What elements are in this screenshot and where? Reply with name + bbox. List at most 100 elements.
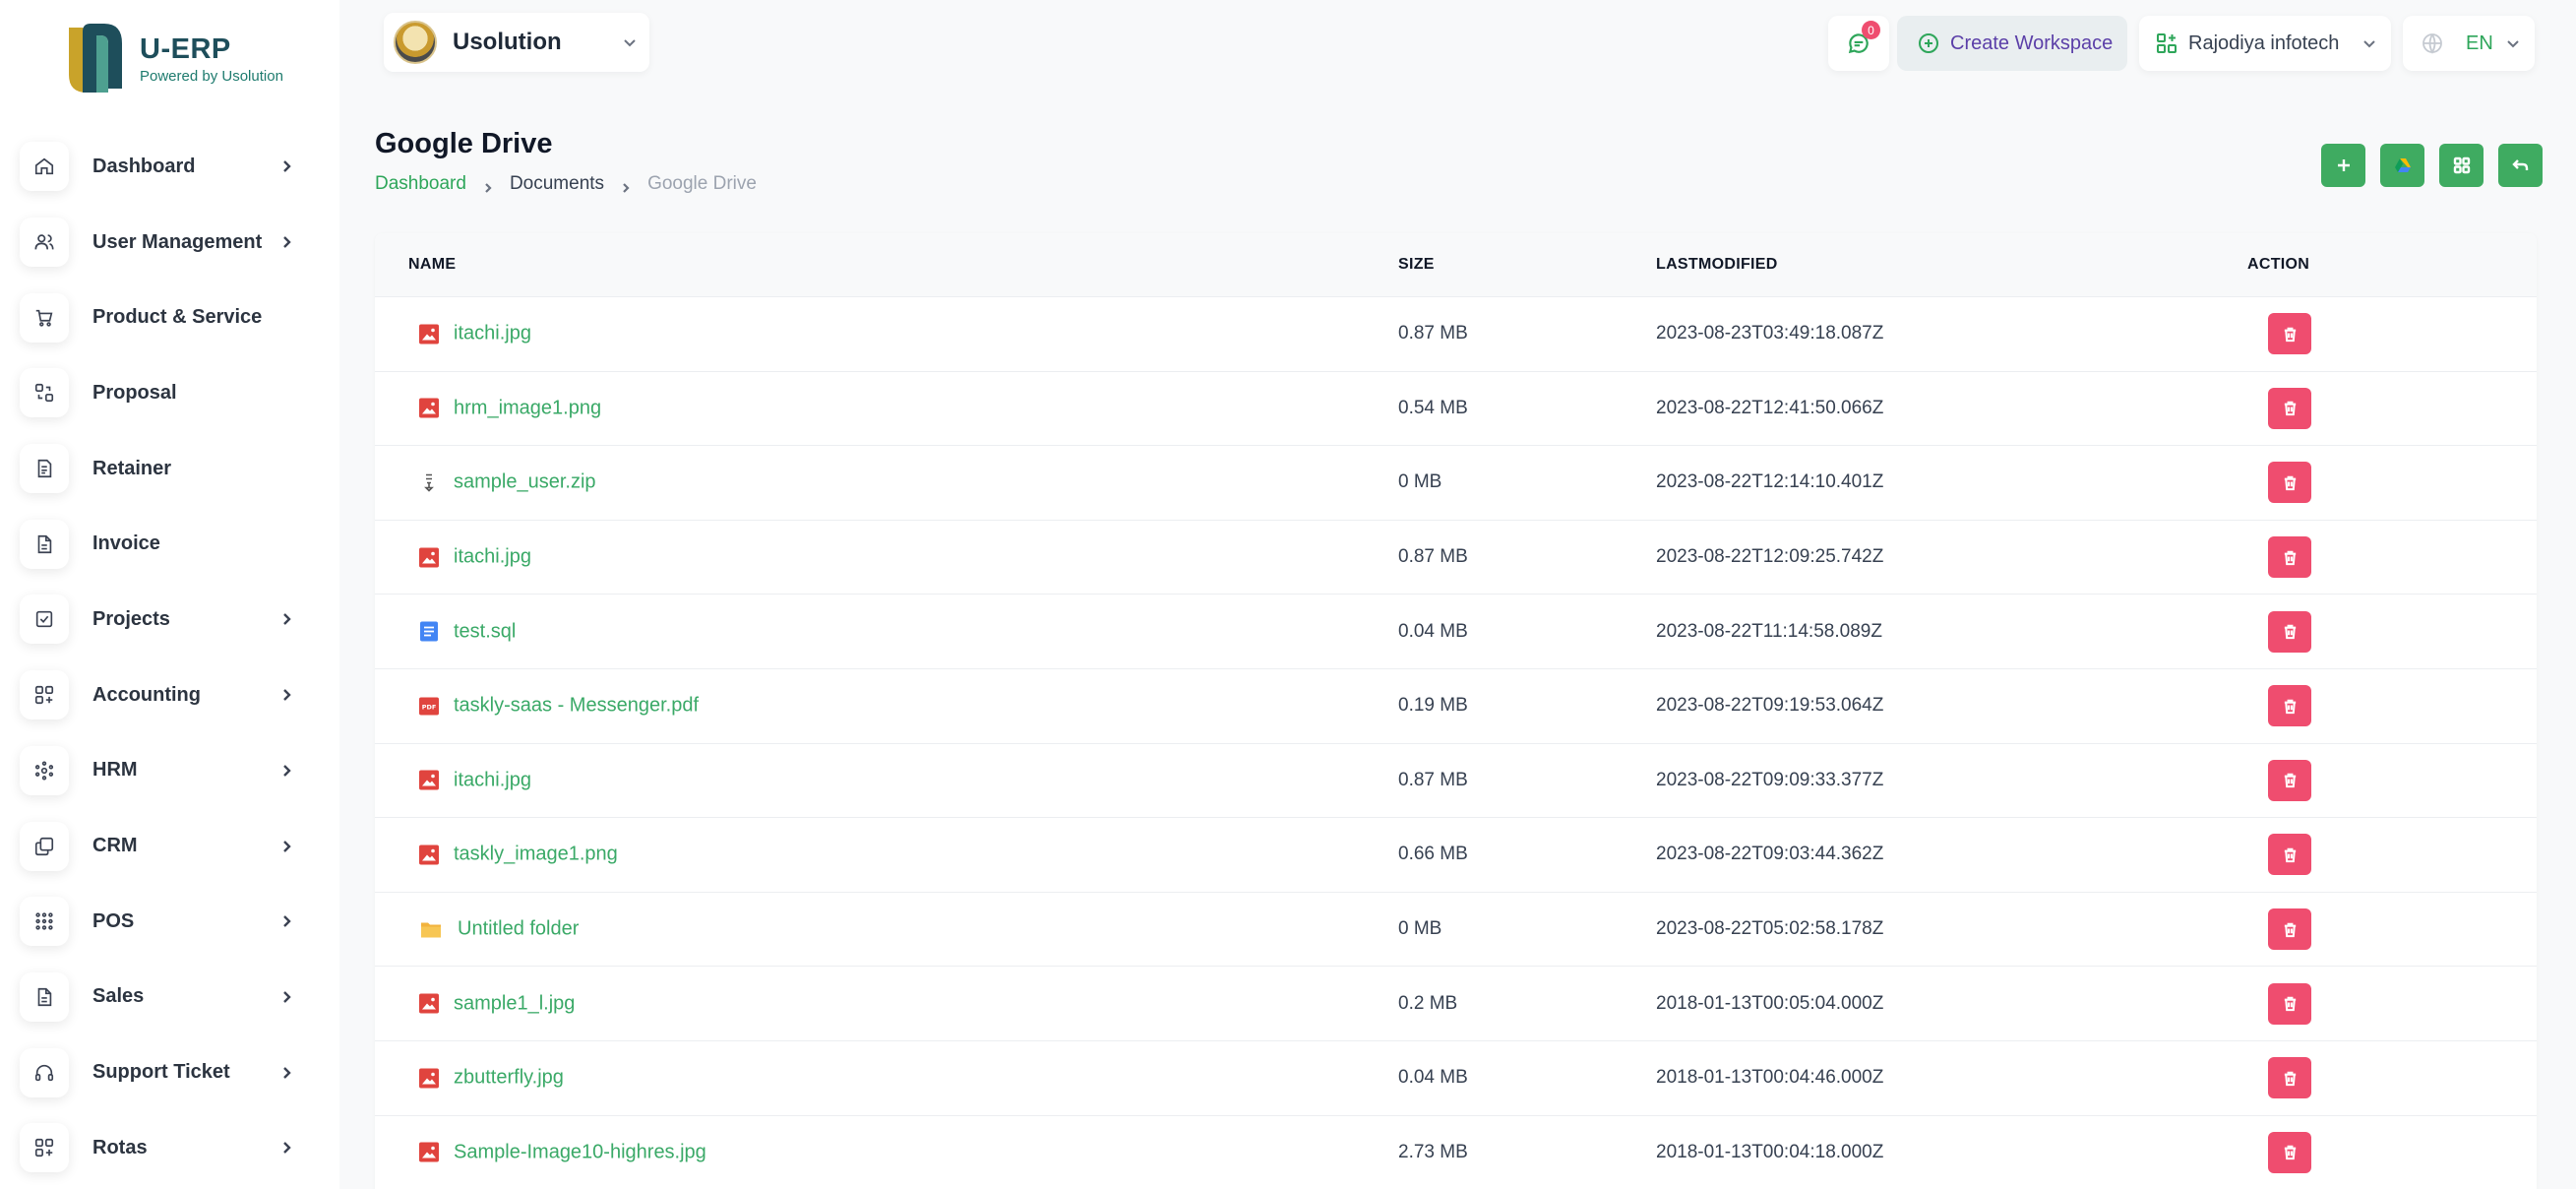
back-button[interactable] [2498,144,2543,187]
column-header-name[interactable]: NAME [408,256,456,274]
globe-icon [2423,33,2442,54]
file-name-link[interactable]: taskly_image1.png [454,844,618,866]
file-size: 0.87 MB [1398,769,1468,790]
file-name-link[interactable]: hrm_image1.png [454,397,601,419]
messages-button[interactable]: 0 [1828,16,1889,71]
delete-button[interactable] [2268,610,2311,653]
sidebar-item-accounting[interactable]: Accounting [0,657,339,733]
chevron-right-icon [620,178,632,193]
table-row: itachi.jpg 0.87 MB 2023-08-22T09:09:33.377… [375,744,2537,819]
delete-button[interactable] [2268,759,2311,801]
file-last-modified: 2023-08-22T09:09:33.377Z [1656,769,1884,790]
files-table: NAME SIZE LASTMODIFIED ACTION itachi.jpg… [375,233,2537,1189]
sidebar-item-proposal[interactable]: Proposal [0,355,339,431]
file-last-modified: 2023-08-22T05:02:58.178Z [1656,918,1884,940]
trash-icon [2284,922,2296,937]
delete-button[interactable] [2268,387,2311,429]
delete-button[interactable] [2268,685,2311,727]
sidebar-item-rotas[interactable]: Rotas [0,1110,339,1186]
logo-mark-icon [69,24,122,93]
file-name-cell: itachi.jpg [418,546,531,569]
image-file-icon [418,398,440,419]
trash-icon [2284,996,2296,1012]
sidebar-item-projects[interactable]: Projects [0,582,339,657]
chevron-right-icon [279,235,293,249]
chevron-right-icon [279,764,293,778]
column-header-size[interactable]: SIZE [1398,256,1435,274]
file-name-link[interactable]: test.sql [454,620,516,643]
file-name-link[interactable]: sample_user.zip [454,471,596,494]
sidebar-item-crm[interactable]: CRM [0,808,339,884]
delete-button[interactable] [2268,536,2311,579]
table-row: hrm_image1.png 0.54 MB 2023-08-22T12:41:50… [375,372,2537,447]
delete-button[interactable] [2268,1131,2311,1173]
sidebar-item-user-management[interactable]: User Management [0,205,339,281]
hrm-icon [20,745,69,795]
file-name-link[interactable]: itachi.jpg [454,546,531,569]
file-name-link[interactable]: taskly-saas - Messenger.pdf [454,695,699,718]
file-size: 0.2 MB [1398,992,1458,1014]
file-last-modified: 2018-01-13T00:04:18.000Z [1656,1141,1884,1162]
add-button[interactable] [2321,144,2365,187]
users-icon [20,218,69,268]
delete-button[interactable] [2268,834,2311,876]
file-name-cell: hrm_image1.png [418,397,601,419]
logo[interactable]: U-ERP Powered by Usolution [61,18,297,100]
file-size: 0.87 MB [1398,546,1468,568]
file-last-modified: 2023-08-22T12:41:50.066Z [1656,397,1884,418]
sidebar-item-pos[interactable]: POS [0,884,339,960]
file-name-link[interactable]: Sample-Image10-highres.jpg [454,1141,706,1163]
sidebar-item-dashboard[interactable]: Dashboard [0,129,339,205]
file-name-link[interactable]: zbutterfly.jpg [454,1067,564,1090]
sidebar-item-label: POS [92,909,135,932]
delete-button[interactable] [2268,1057,2311,1099]
google-drive-button[interactable] [2380,144,2424,187]
notification-badge: 0 [1862,21,1880,39]
file-name-cell: sample1_l.jpg [418,992,575,1015]
file-name-cell: test.sql [418,620,516,643]
file-name-cell: sample_user.zip [418,471,596,494]
image-file-icon [418,546,440,568]
sidebar-item-support-ticket[interactable]: Support Ticket [0,1034,339,1110]
workspace-avatar [394,21,437,64]
column-header-lastmodified[interactable]: LASTMODIFIED [1656,256,1778,274]
delete-button[interactable] [2268,462,2311,504]
image-file-icon [418,770,440,791]
file-size: 0.04 MB [1398,1067,1468,1089]
delete-button[interactable] [2268,908,2311,951]
breadcrumb-dashboard[interactable]: Dashboard [375,173,466,195]
sidebar-item-invoice[interactable]: Invoice [0,506,339,582]
chevron-right-icon [279,914,293,928]
file-name-link[interactable]: sample1_l.jpg [454,992,575,1015]
document-file-icon [418,621,440,643]
sidebar-item-label: Retainer [92,457,172,479]
breadcrumb-documents[interactable]: Documents [510,173,604,195]
company-name: Rajodiya infotech [2188,31,2340,54]
create-workspace-button[interactable]: Create Workspace [1897,16,2127,71]
file-name-link[interactable]: itachi.jpg [454,323,531,345]
table-row: itachi.jpg 0.87 MB 2023-08-22T12:09:25.742… [375,521,2537,595]
file-last-modified: 2023-08-22T12:14:10.401Z [1656,471,1884,493]
trash-icon [2284,327,2296,342]
language-select[interactable]: EN [2403,16,2535,71]
headset-icon [20,1047,69,1097]
chevron-down-icon [2507,40,2519,48]
sidebar-item-product-service[interactable]: Product & Service [0,280,339,355]
file-size: 0 MB [1398,471,1442,493]
sidebar-item-hrm[interactable]: HRM [0,733,339,809]
file-name-link[interactable]: Untitled folder [458,918,579,941]
file-last-modified: 2023-08-22T09:19:53.064Z [1656,695,1884,717]
company-select[interactable]: Rajodiya infotech [2139,16,2391,71]
sidebar-item-retainer[interactable]: Retainer [0,431,339,507]
delete-button[interactable] [2268,313,2311,355]
sidebar-item-sales[interactable]: Sales [0,960,339,1035]
delete-button[interactable] [2268,982,2311,1025]
page-actions [2321,144,2543,187]
image-file-icon [418,1067,440,1089]
folder-icon [418,918,444,940]
file-name-link[interactable]: itachi.jpg [454,769,531,791]
workspace-select[interactable]: Usolution [384,13,649,72]
grid-view-button[interactable] [2439,144,2484,187]
trash-icon [2284,624,2296,640]
file-size: 0.04 MB [1398,620,1468,642]
